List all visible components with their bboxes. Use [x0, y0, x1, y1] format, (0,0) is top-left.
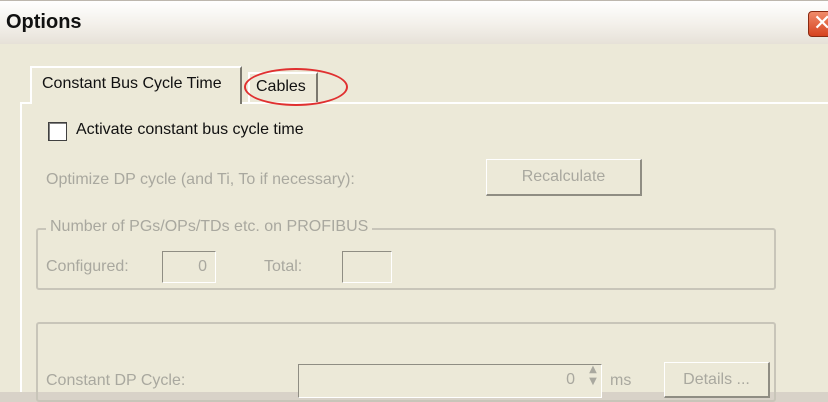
- optimize-dp-cycle-label: Optimize DP cycle (and Ti, To if necessa…: [46, 171, 355, 188]
- pgs-groupbox: [36, 228, 776, 290]
- window-title: Options: [6, 11, 82, 33]
- pgs-group-title: Number of PGs/OPs/TDs etc. on PROFIBUS: [46, 218, 373, 236]
- dp-cycle-field[interactable]: 0: [298, 364, 602, 398]
- total-field[interactable]: [342, 251, 392, 283]
- spin-up-icon[interactable]: ▲: [584, 364, 602, 376]
- configured-field[interactable]: 0: [162, 251, 216, 283]
- recalculate-button[interactable]: Recalculate: [486, 159, 642, 196]
- dp-cycle-spinner[interactable]: ▲ ▼: [584, 364, 602, 398]
- dp-cycle-label: Constant DP Cycle:: [46, 372, 186, 389]
- annotation-circle: [244, 68, 348, 106]
- tab-constant-bus-cycle-time[interactable]: Constant Bus Cycle Time: [30, 66, 242, 104]
- configured-label: Configured:: [46, 258, 129, 275]
- total-label: Total:: [264, 258, 303, 275]
- activate-constant-bus-label[interactable]: Activate constant bus cycle time: [76, 121, 304, 139]
- dp-cycle-unit: ms: [610, 372, 632, 389]
- close-icon: ✕: [813, 11, 828, 36]
- activate-constant-bus-checkbox[interactable]: [48, 122, 67, 141]
- details-button[interactable]: Details ...: [664, 362, 770, 398]
- close-button[interactable]: ✕: [808, 11, 828, 37]
- title-bar[interactable]: Options ✕: [0, 0, 828, 44]
- spin-down-icon[interactable]: ▼: [584, 376, 602, 388]
